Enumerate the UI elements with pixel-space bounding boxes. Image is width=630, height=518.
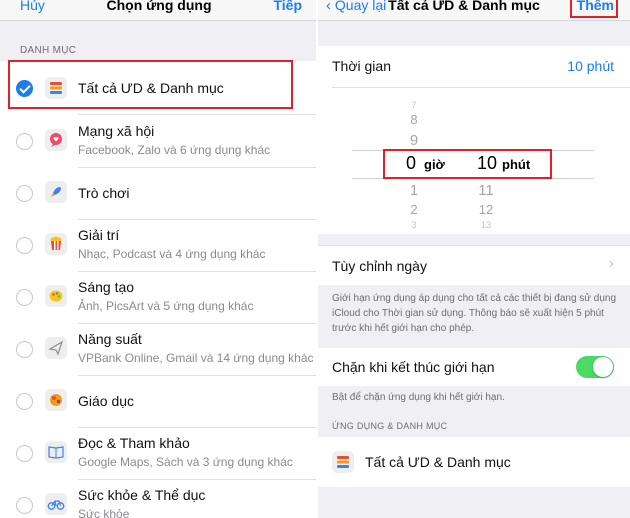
list-item-label: Năng suất xyxy=(78,331,142,347)
divider xyxy=(332,87,630,88)
apps-section-header: ỨNG DỤNG & DANH MỤC xyxy=(332,421,448,431)
book-icon xyxy=(45,441,67,463)
block-note: Bật để chặn ứng dụng khi hết giới hạn. xyxy=(332,392,505,403)
list-item-reading[interactable]: Đọc & Tham khảo Google Maps, Sách và 3 ứ… xyxy=(0,427,318,479)
list-item-health[interactable]: Sức khỏe & Thể dục Sức khỏe xyxy=(0,479,318,518)
app-limit-screen: ‹ Quay lại Tất cả ƯD & Danh mục Thêm Thờ… xyxy=(318,0,630,518)
radio-button[interactable] xyxy=(16,289,33,306)
app-list-item[interactable]: Tất cả ƯD & Danh mục xyxy=(318,437,630,487)
rocket-icon xyxy=(45,181,67,203)
divider xyxy=(318,20,630,21)
picker-hour-option[interactable]: 2 xyxy=(406,202,422,217)
list-item-subtitle: Facebook, Zalo và 6 ứng dụng khác xyxy=(78,143,271,157)
block-label: Chặn khi kết thúc giới hạn xyxy=(332,359,495,375)
list-item-subtitle: Sức khỏe xyxy=(78,507,130,518)
time-card: Thời gian 10 phút 7 8 9 0 giờ 10 phút 1 … xyxy=(318,46,630,234)
page-title: Chọn ứng dụng xyxy=(106,0,212,13)
chevron-right-icon: › xyxy=(608,255,614,272)
list-item-education[interactable]: Giáo dục xyxy=(0,375,318,427)
radio-button[interactable] xyxy=(16,445,33,462)
chat-heart-icon xyxy=(45,129,67,151)
radio-button[interactable] xyxy=(16,341,33,358)
picker-hour-option[interactable]: 3 xyxy=(406,220,422,230)
list-item-social[interactable]: Mạng xã hội Facebook, Zalo và 6 ứng dụng… xyxy=(0,115,318,167)
radio-button[interactable] xyxy=(16,237,33,254)
list-item-label: Sức khỏe & Thể dục xyxy=(78,487,206,503)
list-item-entertainment[interactable]: Giải trí Nhạc, Podcast và 4 ứng dụng khá… xyxy=(0,219,318,271)
radio-button[interactable] xyxy=(16,393,33,410)
list-item-label: Trò chơi xyxy=(78,185,130,201)
time-label: Thời gian xyxy=(332,58,391,74)
choose-apps-screen: Hủy Chọn ứng dụng Tiếp DANH MỤC Tất cả Ư… xyxy=(0,0,318,518)
list-item-subtitle: Google Maps, Sách và 3 ứng dụng khác xyxy=(78,455,293,469)
picker-minute-option[interactable]: 11 xyxy=(474,182,498,199)
picker-hour-option[interactable]: 8 xyxy=(406,112,422,127)
custom-days-label: Tùy chỉnh ngày xyxy=(332,258,427,274)
nav-bar: Hủy Chọn ứng dụng Tiếp xyxy=(0,0,318,20)
list-item-label: Mạng xã hội xyxy=(78,123,155,139)
paper-plane-icon xyxy=(45,337,67,359)
list-item-creativity[interactable]: Sáng tạo Ảnh, PicsArt và 5 ứng dụng khác xyxy=(0,271,318,323)
highlight-box xyxy=(8,60,293,109)
time-value[interactable]: 10 phút xyxy=(567,58,614,74)
custom-days-row[interactable]: Tùy chỉnh ngày › xyxy=(318,245,630,285)
popcorn-icon xyxy=(45,233,67,255)
radio-button[interactable] xyxy=(16,133,33,150)
picker-hour-option[interactable]: 1 xyxy=(406,182,422,199)
next-button[interactable]: Tiếp xyxy=(273,0,302,13)
block-toggle[interactable] xyxy=(576,356,614,378)
radio-button[interactable] xyxy=(16,497,33,514)
limit-note: Giới hạn ứng dụng áp dụng cho tất cả các… xyxy=(332,293,617,334)
bicycle-icon xyxy=(45,493,67,515)
toggle-knob xyxy=(593,357,613,377)
list-item-label: Đọc & Tham khảo xyxy=(78,435,190,451)
globe-icon xyxy=(45,389,67,411)
picker-hour-option[interactable]: 9 xyxy=(406,132,422,149)
picker-minute-option[interactable]: 12 xyxy=(474,202,498,217)
app-item-label: Tất cả ƯD & Danh mục xyxy=(365,454,511,470)
list-item-productivity[interactable]: Năng suất VPBank Online, Gmail và 14 ứng… xyxy=(0,323,318,375)
palette-icon xyxy=(45,285,67,307)
list-item-label: Giải trí xyxy=(78,227,120,243)
picker-minute-option[interactable]: 13 xyxy=(474,220,498,230)
highlight-box xyxy=(383,149,552,179)
list-item-subtitle: Nhạc, Podcast và 4 ứng dụng khác xyxy=(78,247,266,261)
list-item-label: Giáo dục xyxy=(78,393,135,409)
radio-button[interactable] xyxy=(16,185,33,202)
highlight-box xyxy=(570,0,618,18)
list-item-games[interactable]: Trò chơi xyxy=(0,167,318,219)
list-item-label: Sáng tạo xyxy=(78,279,135,295)
section-header: DANH MỤC xyxy=(20,45,77,56)
list-item-subtitle: VPBank Online, Gmail và 14 ứng dụng khác xyxy=(78,351,314,365)
block-toggle-row: Chặn khi kết thúc giới hạn xyxy=(318,348,630,386)
list-item-subtitle: Ảnh, PicsArt và 5 ứng dụng khác xyxy=(78,299,254,313)
picker-hour-option[interactable]: 7 xyxy=(406,100,422,110)
stack-icon xyxy=(332,451,354,473)
